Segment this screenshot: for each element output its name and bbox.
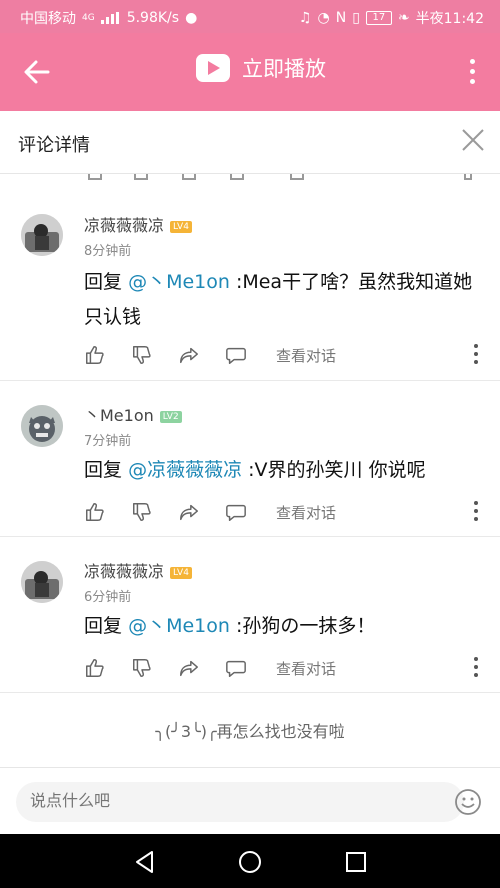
play-now-label: 立即播放: [242, 57, 326, 81]
comment-actions: 查看对话: [84, 655, 480, 681]
comment-input[interactable]: [16, 782, 464, 822]
more-options-icon[interactable]: [474, 657, 480, 677]
comment-time: 7分钟前: [84, 434, 132, 449]
thumbs-up-icon[interactable]: [84, 501, 106, 523]
battery-icon: 17: [365, 11, 392, 25]
view-conversation-link[interactable]: 查看对话: [276, 502, 336, 523]
thumbs-up-icon[interactable]: [84, 657, 106, 679]
reply-prefix: 回复: [84, 271, 123, 293]
status-bar: 中国移动 4G 5.98K/s ● ♫ ◔ N ▯ 17 ❧ 半夜11:42: [0, 0, 500, 33]
author-name[interactable]: 凉薇薇薇凉: [84, 216, 164, 235]
more-options-icon[interactable]: [474, 344, 480, 364]
close-icon[interactable]: [460, 127, 486, 153]
nav-home-icon[interactable]: [237, 849, 263, 875]
carrier-label: 中国移动: [20, 11, 76, 27]
mute-icon: ◔: [317, 10, 330, 26]
level-badge: LV2: [159, 410, 182, 423]
leaf-icon: ❧: [397, 10, 410, 26]
nav-back-icon[interactable]: [132, 849, 158, 875]
comment-actions: 查看对话: [84, 499, 480, 525]
reply-prefix: 回复: [84, 459, 123, 481]
comment-input-bar: [0, 767, 500, 835]
end-of-list-text: ╮(╯3╰)╭再怎么找也没有啦: [155, 722, 345, 741]
mention-link[interactable]: @丶Me1on: [128, 271, 230, 293]
more-options-icon[interactable]: [470, 59, 476, 85]
vibrate-icon: ▯: [352, 10, 360, 26]
author-name[interactable]: 丶Me1on: [84, 406, 154, 425]
network-type: 4G: [82, 13, 95, 23]
comment-item: 凉薇薇薇凉 LV4 6分钟前 回复 @丶Me1on :孙狗の一抹多！ 查看对话: [0, 537, 500, 693]
thumbs-up-icon[interactable]: [84, 344, 106, 366]
previous-comment-actions-peek: [0, 174, 500, 191]
headphone-icon: ♫: [298, 10, 312, 26]
comment-item: 丶Me1on LV2 7分钟前 回复 @凉薇薇薇凉 :V界的孙笑川 你说呢 查看对…: [0, 381, 500, 537]
level-badge: LV4: [170, 220, 192, 233]
more-options-icon[interactable]: [474, 501, 480, 521]
comment-actions: 查看对话: [84, 342, 480, 368]
comment-author[interactable]: 凉薇薇薇凉 LV4: [84, 558, 192, 582]
view-conversation-link[interactable]: 查看对话: [276, 345, 336, 366]
comment-time: 6分钟前: [84, 590, 132, 605]
nav-recents-icon[interactable]: [343, 849, 369, 875]
view-conversation-link[interactable]: 查看对话: [276, 658, 336, 679]
clock: 半夜11:42: [415, 11, 484, 27]
thumbs-down-icon[interactable]: [131, 344, 153, 366]
mention-link[interactable]: @丶Me1on: [128, 615, 230, 637]
comment-bubble-icon[interactable]: [225, 657, 247, 679]
network-speed: 5.98K/s: [126, 10, 180, 26]
notification-icon: ●: [185, 10, 198, 26]
comment-bubble-icon[interactable]: [225, 344, 247, 366]
avatar[interactable]: [21, 405, 63, 447]
comment-time: 8分钟前: [84, 244, 132, 259]
app-bar: 立即播放: [0, 33, 500, 111]
thumbs-down-icon[interactable]: [131, 501, 153, 523]
share-icon[interactable]: [178, 501, 200, 523]
back-arrow-icon[interactable]: [22, 57, 52, 87]
avatar[interactable]: [21, 214, 63, 256]
comment-body: :孙狗の一抹多！: [235, 615, 376, 637]
comment-body: :V界的孙笑川 你说呢: [248, 459, 426, 481]
header-title: 评论详情: [18, 135, 90, 156]
reply-prefix: 回复: [84, 615, 123, 637]
play-now-button[interactable]: 立即播放: [196, 53, 326, 83]
nfc-icon: N: [335, 10, 347, 26]
comment-text: 回复 @凉薇薇薇凉 :V界的孙笑川 你说呢: [84, 453, 480, 488]
share-icon[interactable]: [178, 344, 200, 366]
comment-author[interactable]: 丶Me1on LV2: [84, 402, 182, 426]
comment-text: 回复 @丶Me1on :Mea干了啥？虽然我知道她只认钱: [84, 265, 480, 335]
emoji-icon[interactable]: [454, 788, 482, 816]
thumbs-down-icon[interactable]: [131, 657, 153, 679]
comment-author[interactable]: 凉薇薇薇凉 LV4: [84, 212, 192, 236]
author-name[interactable]: 凉薇薇薇凉: [84, 562, 164, 581]
share-icon[interactable]: [178, 657, 200, 679]
comment-item: 凉薇薇薇凉 LV4 8分钟前 回复 @丶Me1on :Mea干了啥？虽然我知道她只…: [0, 190, 500, 381]
mention-link[interactable]: @凉薇薇薇凉: [128, 459, 242, 481]
level-badge: LV4: [170, 566, 192, 579]
system-nav-bar: [0, 834, 500, 888]
comment-detail-header: 评论详情: [0, 111, 500, 174]
tv-play-icon: [196, 54, 230, 82]
comment-text: 回复 @丶Me1on :孙狗の一抹多！: [84, 609, 480, 644]
avatar[interactable]: [21, 561, 63, 603]
comment-bubble-icon[interactable]: [225, 501, 247, 523]
signal-icon: [100, 12, 121, 24]
